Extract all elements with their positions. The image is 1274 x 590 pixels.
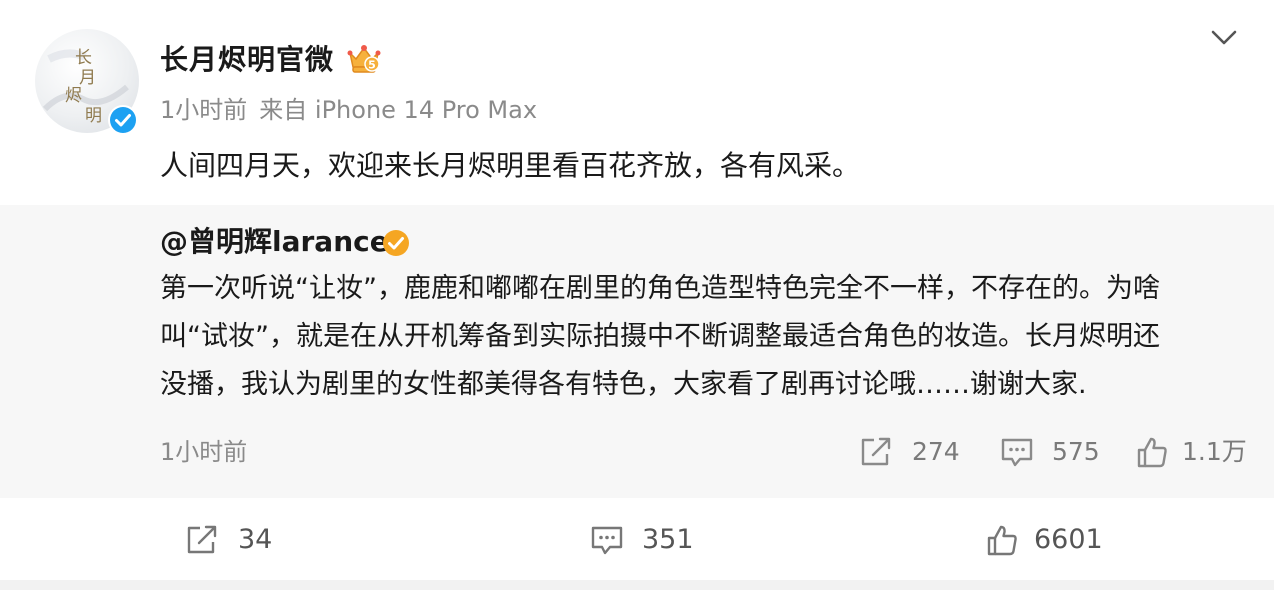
post-card: 长 月 烬 明 长月烬明官微 5 1小时前 来自 iPhone 14 Pro M…	[0, 0, 1274, 580]
repost-share-button[interactable]: 274	[860, 436, 960, 468]
repost-time: 1小时前	[160, 438, 248, 466]
post-time: 1小时前	[160, 96, 248, 124]
share-arrow-icon	[861, 437, 891, 466]
repost-comment-button[interactable]: 575	[1000, 436, 1100, 468]
repost-button[interactable]: 34	[186, 524, 272, 556]
repost-line: 没播，我认为剧里的女性都美得各有特色，大家看了剧再讨论哦……谢谢大家.	[160, 369, 1087, 400]
repost-count: 34	[238, 524, 273, 555]
repost-line: 叫“试妆”，就是在从开机筹备到实际拍摄中不断调整最适合角色的妆造。长月烬明还	[160, 321, 1160, 352]
comment-bubble-icon	[1001, 438, 1033, 467]
repost-share-count: 274	[912, 437, 960, 466]
comment-count: 351	[642, 524, 694, 555]
like-count: 6601	[1034, 524, 1103, 555]
repost-line: 第一次听说“让妆”，鹿鹿和嘟嘟在剧里的角色造型特色完全不一样，不存在的。为啥	[160, 273, 1160, 304]
repost-body: 第一次听说“让妆”，鹿鹿和嘟嘟在剧里的角色造型特色完全不一样，不存在的。为啥 叫…	[160, 265, 1250, 409]
weibo-page: 长 月 烬 明 长月烬明官微 5 1小时前 来自 iPhone 14 Pro M…	[0, 0, 1274, 590]
member-level: 5	[368, 59, 376, 72]
like-button[interactable]: 6601	[986, 524, 1103, 556]
comment-button[interactable]: 351	[590, 524, 694, 556]
comment-bubble-icon	[591, 526, 623, 555]
post-meta: 1小时前 来自 iPhone 14 Pro Max	[160, 94, 537, 126]
avatar-char-2: 月	[79, 68, 96, 88]
avatar-char-1: 长	[75, 48, 92, 68]
author-name[interactable]: 长月烬明官微	[160, 40, 334, 80]
post-text: 人间四月天，欢迎来长月烬明里看百花齐放，各有风采。	[160, 149, 861, 182]
repost-author[interactable]: @曾明辉larance	[160, 222, 389, 262]
crown-member-icon[interactable]: 5	[346, 43, 382, 75]
avatar-char-3: 烬	[65, 86, 82, 106]
thumbs-up-icon	[987, 525, 1017, 556]
more-options-button[interactable]	[1208, 26, 1240, 50]
repost-like-count: 1.1万	[1182, 437, 1247, 466]
repost-like-button[interactable]: 1.1万	[1136, 436, 1247, 468]
share-arrow-icon	[187, 525, 217, 554]
post-source: 来自 iPhone 14 Pro Max	[259, 96, 538, 124]
chevron-down-icon	[1211, 30, 1237, 45]
avatar-char-4: 明	[85, 106, 102, 126]
thumbs-up-icon	[1137, 437, 1167, 468]
verified-gold-check-icon	[381, 228, 411, 258]
verified-blue-check-icon	[108, 105, 138, 135]
repost-comment-count: 575	[1052, 437, 1100, 466]
reposted-content[interactable]: @曾明辉larance 第一次听说“让妆”，鹿鹿和嘟嘟在剧里的角色造型特色完全不…	[0, 205, 1274, 498]
